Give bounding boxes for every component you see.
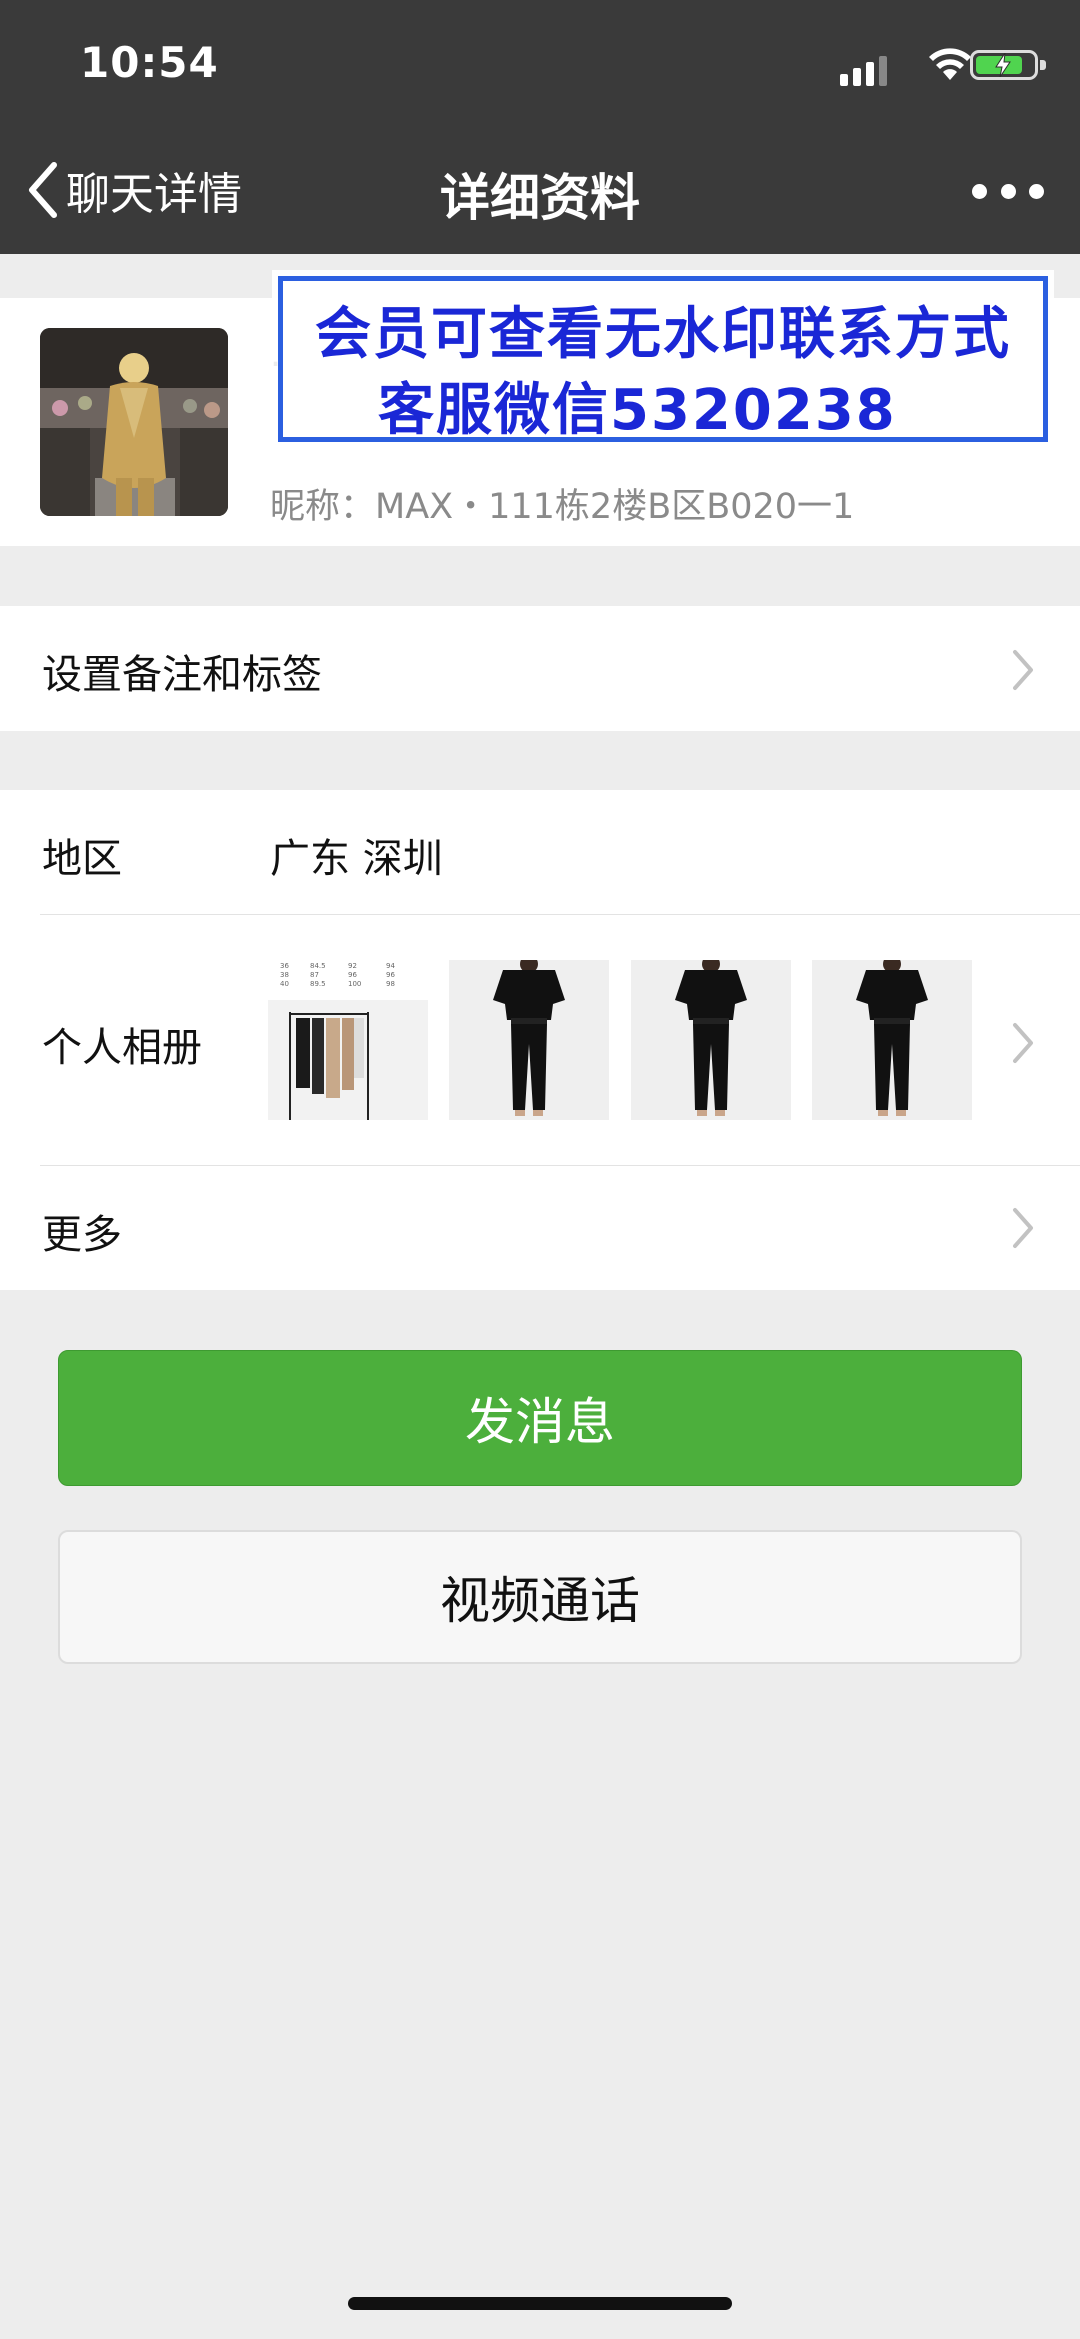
region-row: 地区 广东 深圳 (0, 790, 1080, 915)
svg-text:92: 92 (348, 962, 357, 970)
watermark-line-1: 会员可查看无水印联系方式 (315, 302, 1011, 367)
svg-text:40: 40 (280, 980, 289, 988)
more-options-button[interactable] (972, 176, 1044, 206)
region-value: 广东 深圳 (270, 836, 443, 882)
page-title: 详细资料 (440, 169, 640, 227)
svg-text:96: 96 (348, 971, 357, 979)
status-time: 10:54 (80, 38, 219, 87)
chevron-right-icon (1013, 1023, 1033, 1063)
chevron-right-icon (1013, 1208, 1033, 1248)
svg-text:98: 98 (386, 980, 395, 988)
avatar[interactable] (40, 328, 228, 516)
remark-tags-label: 设置备注和标签 (42, 652, 322, 698)
send-message-button[interactable]: 发消息 (58, 1350, 1022, 1486)
signal-icon (840, 74, 848, 86)
album-thumb-jumpsuit[interactable] (631, 960, 791, 1120)
status-icons (840, 46, 1050, 86)
svg-text:38: 38 (280, 971, 289, 979)
svg-text:36: 36 (280, 962, 289, 970)
avatar-image (40, 328, 228, 516)
region-label: 地区 (42, 836, 122, 882)
more-row[interactable]: 更多 (0, 1166, 1080, 1290)
wifi-icon (929, 48, 971, 80)
watermark-overlay: 会员可查看无水印联系方式 客服微信5320238 (278, 276, 1048, 443)
personal-album-label: 个人相册 (42, 1025, 202, 1071)
nickname: 昵称：MAX・111栋2楼B区B020一1 (270, 487, 855, 527)
remark-tags-row[interactable]: 设置备注和标签 (0, 606, 1080, 731)
video-call-button[interactable]: 视频通话 (58, 1530, 1022, 1664)
album-thumb-jumpsuit[interactable] (812, 960, 972, 1120)
more-label: 更多 (42, 1212, 122, 1258)
svg-text:96: 96 (386, 971, 395, 979)
chevron-right-icon (1013, 650, 1033, 690)
battery-icon (970, 50, 1046, 80)
more-dots-icon (972, 183, 987, 199)
svg-text:89.5: 89.5 (310, 980, 326, 988)
svg-text:87: 87 (310, 971, 319, 979)
album-thumb-size-chart[interactable]: 36 84.5 92 94 38 87 96 96 40 89.5 100 98 (268, 960, 428, 1120)
watermark-line-2: 客服微信5320238 (378, 378, 897, 443)
svg-text:100: 100 (348, 980, 361, 988)
svg-text:84.5: 84.5 (310, 962, 326, 970)
home-indicator[interactable] (348, 2297, 732, 2310)
svg-text:94: 94 (386, 962, 395, 970)
album-thumb-jumpsuit[interactable] (449, 960, 609, 1120)
